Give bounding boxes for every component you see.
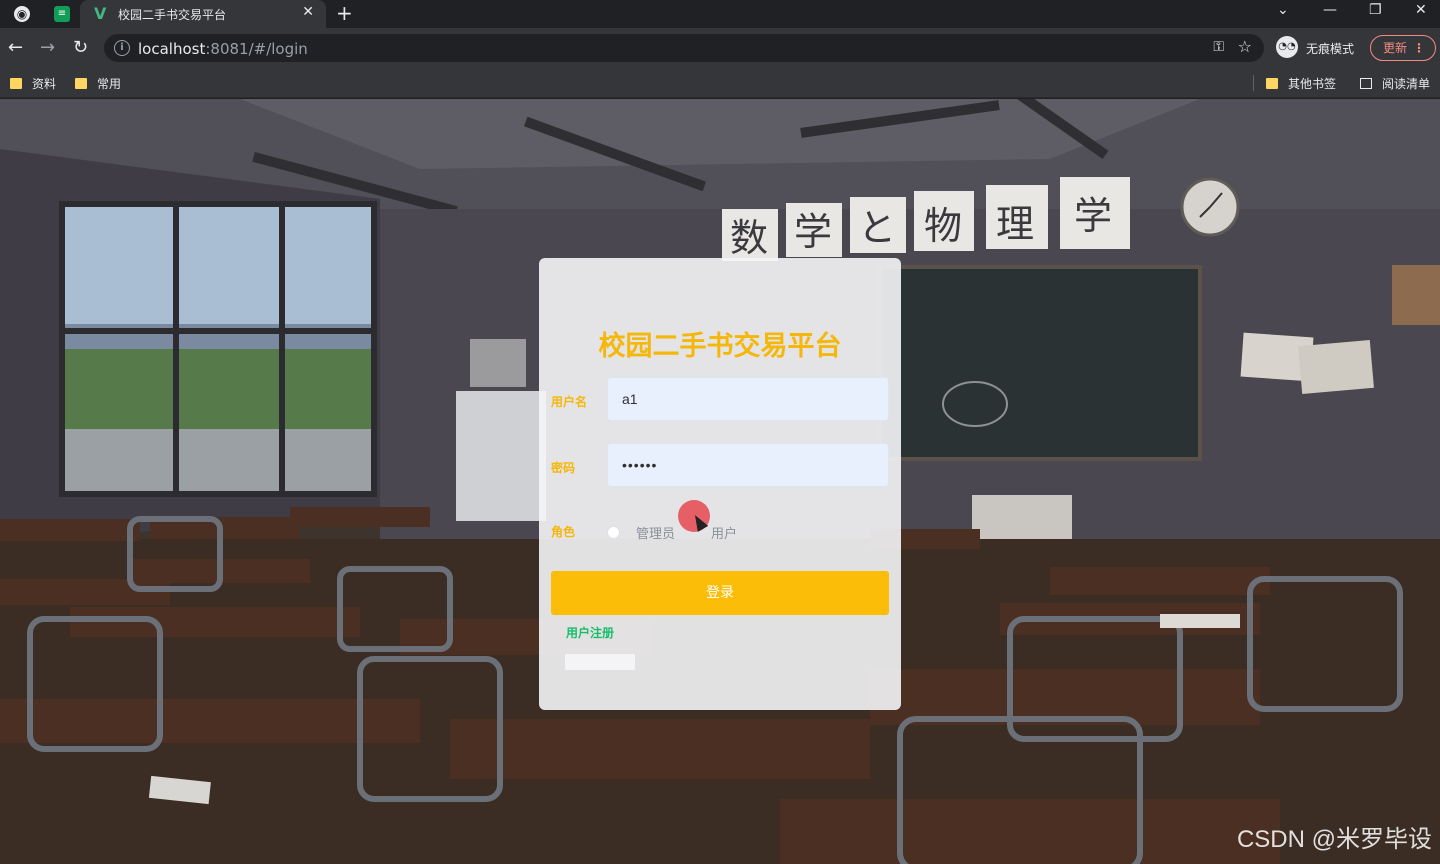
- banner-char: 数: [730, 216, 768, 260]
- login-title: 校园二手书交易平台: [598, 331, 842, 362]
- login-button[interactable]: 登录: [551, 571, 889, 615]
- tab-active[interactable]: V 校园二手书交易平台 ✕: [80, 0, 326, 28]
- register-link[interactable]: 用户注册: [566, 624, 614, 641]
- new-tab-icon[interactable]: +: [336, 1, 353, 25]
- page-viewport: 数 学 と 物 理 学 校园二手书交易平台 用户名 a1 密码 •••••• 角…: [0, 99, 1440, 864]
- bookmarks-bar: 资料 常用 其他书签 阅读清单: [0, 68, 1440, 98]
- login-card: 校园二手书交易平台 用户名 a1 密码 •••••• 角色 管理员 用户 登录 …: [539, 258, 901, 710]
- minimize-icon[interactable]: —: [1323, 2, 1337, 18]
- role-label: 角色: [551, 525, 576, 539]
- url-text[interactable]: localhost:8081/#/login: [138, 40, 308, 58]
- username-input[interactable]: a1: [607, 377, 889, 421]
- incognito-icon: ◔◔: [1276, 36, 1298, 58]
- banner-char: 物: [924, 204, 962, 248]
- update-button[interactable]: 更新 ⋮: [1370, 35, 1436, 61]
- incognito-indicator[interactable]: ◔◔ 无痕模式: [1276, 36, 1366, 60]
- password-label: 密码: [551, 461, 576, 475]
- banner-char: 理: [996, 202, 1034, 246]
- banner-char: と: [858, 206, 896, 250]
- radio-circle-icon[interactable]: [607, 525, 620, 539]
- close-window-icon[interactable]: ✕: [1415, 2, 1427, 18]
- tab-title: 校园二手书交易平台: [118, 8, 227, 22]
- more-menu-icon[interactable]: ⋮: [1413, 36, 1425, 60]
- folder-icon: [1266, 77, 1278, 89]
- site-info-icon[interactable]: i: [114, 40, 130, 56]
- watermark: CSDN @米罗毕设: [1236, 826, 1432, 853]
- tab-close-icon[interactable]: ✕: [302, 4, 314, 20]
- banner-char: 学: [794, 210, 832, 254]
- star-icon[interactable]: ☆: [1238, 37, 1252, 56]
- role-radio-admin[interactable]: 管理员: [607, 524, 675, 542]
- banner-char: 学: [1074, 194, 1112, 238]
- incognito-label: 无痕模式: [1306, 42, 1355, 56]
- folder-icon: [10, 77, 22, 89]
- reload-icon[interactable]: ↻: [73, 37, 88, 59]
- folder-icon: [75, 77, 87, 89]
- bookmark-folder-common[interactable]: 常用: [75, 75, 121, 91]
- username-label: 用户名: [551, 395, 588, 409]
- tab-search-chevron-icon[interactable]: ⌄: [1277, 2, 1289, 18]
- address-bar[interactable]: i localhost:8081/#/login ⚿ ☆: [104, 34, 1264, 62]
- reading-list-icon: [1360, 77, 1372, 89]
- forward-arrow-icon[interactable]: →: [40, 37, 55, 59]
- reading-list[interactable]: 阅读清单: [1360, 75, 1430, 91]
- tab-strip: ◉ ≡ V 校园二手书交易平台 ✕ + ⌄ — ❐ ✕: [0, 0, 1440, 28]
- key-icon[interactable]: ⚿: [1213, 39, 1224, 55]
- globe-icon[interactable]: ◉: [12, 4, 32, 24]
- spreadsheet-tab-icon[interactable]: ≡: [52, 4, 72, 24]
- bookmark-folder-materials[interactable]: 资料: [10, 75, 56, 91]
- restore-icon[interactable]: ❐: [1369, 2, 1382, 18]
- back-arrow-icon[interactable]: ←: [8, 37, 23, 59]
- password-input[interactable]: ••••••: [607, 443, 889, 487]
- bookmark-separator: [1253, 75, 1254, 91]
- bookmark-other[interactable]: 其他书签: [1266, 75, 1336, 91]
- vue-logo-icon: V: [94, 4, 107, 23]
- browser-toolbar: ← → ↻ i localhost:8081/#/login ⚿ ☆ ◔◔ 无痕…: [0, 28, 1440, 68]
